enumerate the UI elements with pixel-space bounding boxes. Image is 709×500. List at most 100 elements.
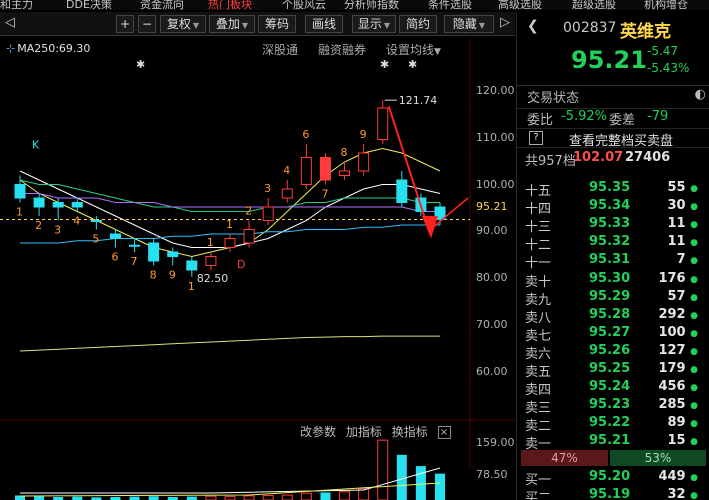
book-summary-row: 共957档 102.07 27406 — [517, 150, 709, 169]
ask-row[interactable]: 卖三 95.23 285 ● — [517, 397, 709, 416]
dot-icon: ● — [690, 238, 698, 249]
volume-bar — [224, 496, 236, 500]
price-change: -5.47 — [647, 44, 679, 58]
volume-bar — [281, 494, 293, 500]
sequence-label: 4 — [283, 164, 290, 177]
nav-right-icon[interactable]: ▷ — [497, 15, 513, 33]
huaxian-button[interactable]: 画线 — [305, 15, 343, 33]
ask-volume: 30 ● — [668, 198, 698, 213]
ask-row[interactable]: 卖二 95.22 89 ● — [517, 415, 709, 434]
close-icon[interactable]: × — [437, 426, 451, 439]
ask-row[interactable]: 卖九 95.29 57 ● — [517, 288, 709, 308]
bid-row[interactable]: 买二 95.19 32 ● — [517, 487, 709, 500]
sequence-label: 1 — [16, 206, 23, 219]
y-label: 120.00 — [476, 84, 515, 97]
ask-volume-value: 11 — [667, 216, 686, 232]
k-marker: K — [32, 139, 40, 152]
nav-item-advanced[interactable]: 高级选股 — [498, 0, 542, 10]
nav-item-institution[interactable]: 机构增仓 — [644, 0, 688, 10]
ask-volume: 127 ● — [658, 343, 698, 358]
nav-left-icon[interactable]: ◁ — [2, 15, 18, 33]
help-icon[interactable]: ? — [529, 131, 543, 145]
add-indicator-button[interactable]: 加指标 — [346, 425, 382, 439]
chouma-button[interactable]: 筹码 — [258, 15, 296, 33]
ask-row[interactable]: 卖六 95.26 127 ● — [517, 342, 709, 362]
zoom-out-button[interactable]: − — [138, 15, 156, 33]
switch-indicator-button[interactable]: 换指标 — [392, 425, 428, 439]
nav-item-gegu[interactable]: 个股风云 — [282, 0, 326, 10]
ask-volume: 15 ● — [668, 433, 698, 448]
diejia-label: 叠加 — [215, 17, 240, 31]
fuquan-button[interactable]: 复权 ▼ — [160, 15, 206, 33]
trade-status-label: 交易状态 — [527, 91, 580, 106]
volume-bar — [262, 494, 274, 500]
ask-level: 十五 — [525, 184, 552, 199]
ask-row[interactable]: 十五 95.35 55 ● — [517, 180, 709, 199]
ask-row[interactable]: 十四 95.34 30 ● — [517, 198, 709, 217]
ask-price: 95.34 — [589, 198, 631, 214]
ask-row[interactable]: 卖七 95.27 100 ● — [517, 325, 709, 344]
fuquan-label: 复权 — [166, 17, 191, 31]
sequence-label: 6 — [302, 128, 309, 141]
sequence-label: 7 — [131, 255, 138, 268]
ask-volume: 11 ● — [668, 216, 698, 231]
ask-volume: 456 ● — [658, 379, 698, 394]
ask-volume-value: 176 — [658, 270, 686, 286]
trade-status-row: 交易状态 ◐ — [517, 86, 709, 106]
nav-item-dde[interactable]: DDE决策 — [66, 0, 112, 10]
ask-level: 卖四 — [525, 383, 552, 399]
chevron-down-icon: ▼ — [192, 21, 200, 30]
nav-item-zijin[interactable]: 资金流向 — [140, 0, 184, 10]
nav-item-super[interactable]: 超级选股 — [572, 0, 616, 10]
ask-row[interactable]: 十一 95.31 7 ● — [517, 252, 709, 271]
xianshi-button[interactable]: 显示 ▼ — [352, 15, 396, 33]
volume-bar — [34, 496, 45, 500]
dot-icon: ● — [690, 401, 698, 412]
edit-params-button[interactable]: 改参数 — [300, 425, 336, 439]
status-icon[interactable]: ◐ — [695, 87, 706, 102]
ask-volume: 89 ● — [668, 415, 698, 430]
candle-body — [396, 179, 408, 203]
volume-bar — [129, 496, 140, 500]
sequence-label: 2 — [245, 205, 252, 218]
ask-price: 95.22 — [589, 415, 631, 431]
back-icon[interactable]: ❮ — [527, 18, 539, 34]
ask-price: 95.26 — [589, 342, 631, 358]
low-label: 82.50 — [197, 272, 229, 285]
dot-icon: ● — [690, 365, 698, 375]
ask-level: 十二 — [525, 238, 552, 254]
ask-row[interactable]: 卖八 95.28 292 ● — [517, 307, 709, 326]
ask-row[interactable]: 十二 95.32 11 ● — [517, 234, 709, 254]
sequence-label: 5 — [92, 233, 99, 246]
trend-arrow-head — [422, 216, 438, 239]
kline-chart[interactable]: 1 2 3 4 5 6 7 8 9 1 1 1 2 3 4 6 7 8 9 121.74 82.50 K D ✱ ✱ ✱ ⊹ MA2… — [0, 38, 515, 500]
nav-item-analyst[interactable]: 分析师指数 — [344, 0, 399, 10]
total-volume: 27406 — [625, 150, 671, 165]
full-book-button[interactable]: ? 查看完整档买卖盘 — [517, 128, 709, 149]
bid-row[interactable]: 买一 95.20 449 ● — [517, 469, 709, 488]
ma-settings-button[interactable]: 设置均线▼ — [386, 41, 441, 58]
ask-row[interactable]: 卖五 95.25 179 ● — [517, 361, 709, 380]
ask-row[interactable]: 十三 95.33 11 ● — [517, 216, 709, 235]
nav-item-zhuli[interactable]: 和主力 — [0, 0, 33, 10]
nav-item-condition[interactable]: 条件选股 — [428, 0, 472, 10]
yincang-button[interactable]: 隐藏 ▼ — [444, 15, 494, 33]
ask-price: 95.29 — [589, 288, 631, 304]
link-rongzi[interactable]: 融资融券 — [318, 41, 366, 58]
nav-item-hot-sectors[interactable]: 热门板块 — [208, 0, 252, 10]
link-shengutong[interactable]: 深股通 — [262, 41, 298, 58]
ask-row[interactable]: 卖四 95.24 456 ● — [517, 379, 709, 399]
sequence-label: 7 — [321, 188, 328, 201]
diejia-button[interactable]: 叠加 ▼ — [209, 15, 255, 33]
dot-icon: ● — [690, 491, 698, 500]
ask-row[interactable]: 卖一 95.21 15 ● — [517, 433, 709, 452]
jianyue-button[interactable]: 简约 — [399, 15, 437, 33]
zoom-in-button[interactable]: + — [116, 15, 134, 33]
ask-level: 卖八 — [525, 310, 552, 326]
ask-row[interactable]: 卖十 95.30 176 ● — [517, 270, 709, 290]
dot-icon: ● — [690, 310, 698, 321]
volume-bar — [186, 496, 197, 500]
candle-body — [205, 256, 217, 266]
chart-settings-icon[interactable]: ⊹ — [6, 42, 15, 55]
candle-body — [52, 202, 64, 208]
